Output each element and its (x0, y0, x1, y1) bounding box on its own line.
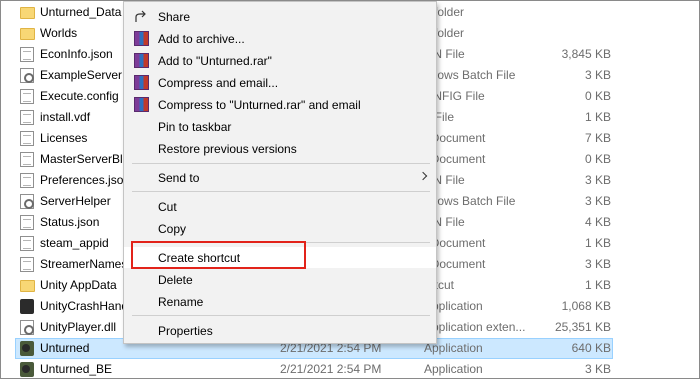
share-icon (134, 9, 149, 24)
file-size: 0 KB (584, 152, 611, 166)
file-row[interactable]: Unturned_BE 2/21/2021 2:54 PM Application 3… (1, 359, 699, 378)
file-name: Preferences.json (40, 173, 131, 187)
file-name: Unturned_Data (40, 5, 122, 19)
file-type: Application exten... (424, 320, 526, 334)
menu-item-add-to-archive[interactable]: Add to archive... (124, 28, 436, 49)
file-name: install.vdf (40, 110, 91, 124)
menu-item-share[interactable]: Share (124, 6, 436, 27)
file-name: Status.json (40, 215, 100, 229)
document-icon (20, 47, 34, 62)
document-icon (20, 131, 34, 146)
chevron-right-icon (418, 171, 428, 181)
file-name: Unturned (40, 341, 90, 355)
menu-label: Add to archive... (158, 32, 245, 46)
file-name: UnityPlayer.dll (40, 320, 117, 334)
game-icon (20, 341, 34, 356)
file-size: 1,068 KB (561, 299, 611, 313)
file-name: StreamerNames (40, 257, 128, 271)
file-name: Worlds (40, 26, 78, 40)
menu-separator (132, 191, 430, 192)
menu-item-restore-versions[interactable]: Restore previous versions (124, 138, 436, 159)
document-icon (20, 215, 34, 230)
folder-icon (20, 28, 35, 40)
menu-separator (132, 163, 430, 164)
file-size: 640 KB (571, 341, 611, 355)
gear-icon (20, 68, 34, 83)
menu-item-cut[interactable]: Cut (124, 196, 436, 217)
file-name: Unturned_BE (40, 362, 113, 376)
menu-label: Restore previous versions (158, 142, 297, 156)
winrar-icon (134, 75, 149, 90)
menu-label: Compress to "Unturned.rar" and email (158, 98, 361, 112)
document-icon (20, 110, 34, 125)
menu-item-copy[interactable]: Copy (124, 218, 436, 239)
file-size: 1 KB (584, 236, 611, 250)
document-icon (20, 173, 34, 188)
menu-label: Compress and email... (158, 76, 279, 90)
document-icon (20, 89, 34, 104)
menu-label: Share (158, 10, 191, 24)
menu-item-pin-taskbar[interactable]: Pin to taskbar (124, 116, 436, 137)
menu-label: Pin to taskbar (158, 120, 232, 134)
menu-label: Send to (158, 171, 200, 185)
file-name: Licenses (40, 131, 88, 145)
winrar-icon (134, 97, 149, 112)
menu-item-compress-rar-email[interactable]: Compress to "Unturned.rar" and email (124, 94, 436, 115)
document-icon (20, 236, 34, 251)
file-date: 2/21/2021 2:54 PM (280, 362, 382, 376)
file-type: ndows Batch File (424, 194, 516, 208)
file-size: 3 KB (584, 362, 611, 376)
file-size: 25,351 KB (554, 320, 611, 334)
menu-item-add-to-rar[interactable]: Add to "Unturned.rar" (124, 50, 436, 71)
file-size: 0 KB (584, 89, 611, 103)
file-size: 4 KB (584, 215, 611, 229)
context-menu: Share Add to archive... Add to "Unturned… (123, 1, 437, 344)
gear-icon (20, 320, 34, 335)
file-type: ndows Batch File (424, 68, 516, 82)
file-name: UnityCrashHand (40, 299, 129, 313)
menu-label: Rename (158, 295, 204, 309)
file-size: 3 KB (584, 194, 611, 208)
explorer-window: Unturned_Data e folder Worlds e folder EconI… (0, 0, 700, 379)
file-size: 7 KB (584, 131, 611, 145)
file-size: 3 KB (584, 68, 611, 82)
file-name: MasterServerBla (40, 152, 130, 166)
menu-label: Copy (158, 222, 187, 236)
file-type: Application (424, 362, 483, 376)
menu-item-properties[interactable]: Properties (124, 320, 436, 341)
menu-item-rename[interactable]: Rename (124, 291, 436, 312)
file-size: 3 KB (584, 257, 611, 271)
menu-label: Add to "Unturned.rar" (158, 54, 272, 68)
winrar-icon (134, 53, 149, 68)
file-name: steam_appid (40, 236, 109, 250)
game-icon (20, 362, 34, 377)
file-size: 3 KB (584, 173, 611, 187)
document-icon (20, 152, 34, 167)
winrar-icon (134, 31, 149, 46)
folder-icon (20, 7, 35, 19)
file-name: Execute.config (40, 89, 119, 103)
menu-label: Properties (158, 324, 213, 338)
menu-item-compress-email[interactable]: Compress and email... (124, 72, 436, 93)
menu-separator (132, 315, 430, 316)
file-size: 3,845 KB (561, 47, 611, 61)
file-size: 1 KB (584, 278, 611, 292)
document-icon (20, 257, 34, 272)
folder-icon (20, 280, 35, 292)
menu-label: Delete (158, 273, 193, 287)
file-name: EconInfo.json (40, 47, 113, 61)
menu-item-delete[interactable]: Delete (124, 269, 436, 290)
file-name: Unity AppData (40, 278, 117, 292)
menu-label: Cut (158, 200, 177, 214)
highlight-annotation (131, 241, 306, 269)
file-name: ServerHelper (40, 194, 111, 208)
gear-icon (20, 194, 34, 209)
file-name: ExampleServer (40, 68, 123, 82)
file-size: 1 KB (584, 110, 611, 124)
unity-icon (20, 299, 34, 314)
menu-item-send-to[interactable]: Send to (124, 167, 436, 188)
